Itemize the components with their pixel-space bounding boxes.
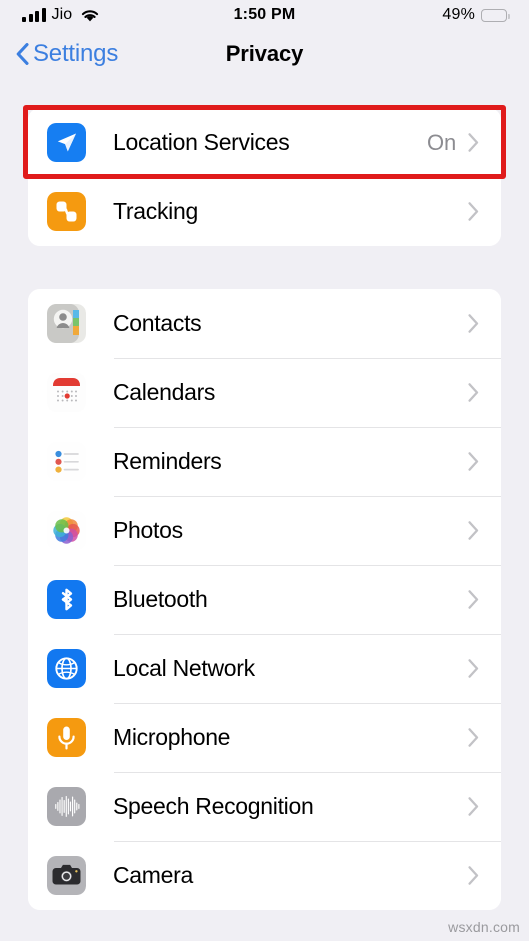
settings-row-label: Photos bbox=[113, 517, 183, 543]
settings-row-bluetooth[interactable]: Bluetooth bbox=[28, 565, 501, 634]
camera-icon bbox=[47, 856, 86, 895]
settings-row-local-network[interactable]: Local Network bbox=[28, 634, 501, 703]
settings-row-label: Contacts bbox=[113, 310, 202, 336]
settings-row-tracking[interactable]: Tracking bbox=[28, 177, 501, 246]
chevron-left-icon bbox=[16, 43, 29, 65]
status-bar-left: Jio bbox=[22, 6, 100, 24]
status-bar-right: 49% bbox=[442, 6, 510, 24]
carrier-label: Jio bbox=[51, 6, 73, 23]
settings-row-label: Reminders bbox=[113, 448, 222, 474]
location-arrow-icon bbox=[47, 123, 86, 162]
watermark: wsxdn.com bbox=[448, 919, 520, 935]
bluetooth-icon bbox=[47, 580, 86, 619]
settings-row-label: Microphone bbox=[113, 724, 231, 750]
chevron-right-icon bbox=[468, 202, 479, 221]
back-button-label: Settings bbox=[33, 40, 119, 67]
chevron-right-icon bbox=[468, 314, 479, 333]
settings-group-2: Contacts Calendars Reminders Photos Blue… bbox=[28, 289, 501, 910]
chevron-right-icon bbox=[468, 590, 479, 609]
settings-row-calendars[interactable]: Calendars bbox=[28, 358, 501, 427]
settings-row-label: Local Network bbox=[113, 655, 255, 681]
back-button[interactable]: Settings bbox=[16, 40, 118, 68]
chevron-right-icon bbox=[468, 452, 479, 471]
chevron-right-icon bbox=[468, 383, 479, 402]
settings-row-location-services[interactable]: Location Services On bbox=[28, 108, 501, 177]
wifi-icon bbox=[80, 8, 100, 23]
chevron-right-icon bbox=[468, 133, 479, 152]
globe-icon bbox=[47, 649, 86, 688]
settings-group-1: Location Services On Tracking bbox=[28, 108, 501, 246]
settings-row-label: Camera bbox=[113, 862, 194, 888]
settings-row-value: On bbox=[427, 129, 456, 155]
contacts-icon bbox=[47, 304, 86, 343]
waveform-icon bbox=[47, 787, 86, 826]
settings-row-camera[interactable]: Camera bbox=[28, 841, 501, 910]
settings-row-contacts[interactable]: Contacts bbox=[28, 289, 501, 358]
photos-icon bbox=[47, 511, 86, 550]
settings-row-label: Location Services bbox=[113, 129, 290, 155]
signal-bars-icon bbox=[22, 7, 46, 22]
chevron-right-icon bbox=[468, 866, 479, 885]
chevron-right-icon bbox=[468, 797, 479, 816]
battery-percent-label: 49% bbox=[442, 6, 475, 23]
settings-row-reminders[interactable]: Reminders bbox=[28, 427, 501, 496]
settings-row-speech-recognition[interactable]: Speech Recognition bbox=[28, 772, 501, 841]
status-bar: Jio 1:50 PM 49% bbox=[0, 0, 529, 30]
chevron-right-icon bbox=[468, 728, 479, 747]
settings-row-label: Speech Recognition bbox=[113, 793, 314, 819]
reminders-icon bbox=[47, 442, 86, 481]
settings-row-label: Tracking bbox=[113, 198, 198, 224]
settings-row-photos[interactable]: Photos bbox=[28, 496, 501, 565]
phone-screen: Jio 1:50 PM 49% Settings Privacy Locatio… bbox=[0, 0, 529, 941]
chevron-right-icon bbox=[468, 521, 479, 540]
battery-icon bbox=[481, 8, 510, 22]
settings-row-label: Calendars bbox=[113, 379, 216, 405]
settings-list: Location Services On Tracking Contacts C… bbox=[0, 108, 529, 910]
settings-row-label: Bluetooth bbox=[113, 586, 208, 612]
settings-row-microphone[interactable]: Microphone bbox=[28, 703, 501, 772]
tracking-icon bbox=[47, 192, 86, 231]
chevron-right-icon bbox=[468, 659, 479, 678]
calendar-icon bbox=[47, 373, 86, 412]
navigation-bar: Settings Privacy bbox=[0, 30, 529, 78]
microphone-icon bbox=[47, 718, 86, 757]
